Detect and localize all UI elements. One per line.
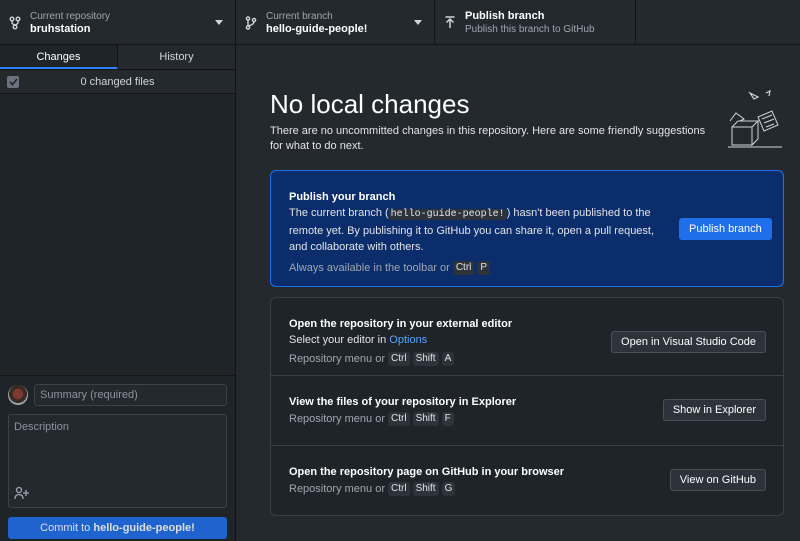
sidebar-tabs: Changes History bbox=[0, 45, 235, 70]
summary-row bbox=[8, 384, 228, 406]
publish-label: Publish branch bbox=[465, 9, 545, 22]
branch-label: Current branch bbox=[266, 10, 333, 22]
chevron-down-icon bbox=[215, 20, 223, 25]
key-ctrl: Ctrl bbox=[388, 352, 410, 366]
open-editor-body-text: Select your editor in bbox=[289, 334, 390, 346]
suggestions-card: Open the repository in your external edi… bbox=[270, 297, 784, 516]
main-panel: No local changes There are no uncommitte… bbox=[236, 45, 800, 541]
tab-changes[interactable]: Changes bbox=[0, 45, 118, 69]
show-in-explorer-row: View the files of your repository in Exp… bbox=[271, 376, 783, 446]
changed-files-count: 0 changed files bbox=[80, 75, 155, 88]
view-github-hint: Repository menu or Ctrl Shift G bbox=[289, 482, 564, 496]
commit-area: Commit to hello-guide-people! bbox=[0, 375, 235, 541]
hint-text: Repository menu or bbox=[289, 413, 385, 425]
show-explorer-title: View the files of your repository in Exp… bbox=[289, 396, 517, 408]
toolbar: Current repository bruhstation Current b… bbox=[0, 0, 800, 45]
repository-label: Current repository bbox=[30, 10, 111, 22]
open-editor-title: Open the repository in your external edi… bbox=[289, 318, 513, 330]
view-github-title: Open the repository page on GitHub in yo… bbox=[289, 466, 565, 478]
add-coauthor-icon[interactable] bbox=[14, 486, 32, 502]
show-explorer-hint: Repository menu or Ctrl Shift F bbox=[289, 412, 516, 426]
open-editor-body: Select your editor in Options bbox=[289, 332, 512, 348]
key-ctrl: Ctrl bbox=[452, 261, 475, 275]
open-in-vscode-button[interactable]: Open in Visual Studio Code bbox=[611, 331, 766, 353]
key-f: F bbox=[441, 412, 454, 426]
options-link[interactable]: Options bbox=[389, 334, 427, 346]
sidebar: Changes History 0 changed files Commit t… bbox=[0, 45, 236, 541]
key-ctrl: Ctrl bbox=[388, 482, 410, 496]
open-editor-row: Open the repository in your external edi… bbox=[271, 298, 783, 376]
chevron-down-icon bbox=[414, 20, 422, 25]
key-shift: Shift bbox=[412, 412, 439, 426]
repo-icon bbox=[0, 16, 30, 30]
publish-card-title: Publish your branch bbox=[289, 191, 396, 203]
branch-code: hello-guide-people! bbox=[388, 209, 507, 220]
open-editor-hint: Repository menu or Ctrl Shift A bbox=[289, 352, 512, 366]
publish-card-body: The current branch (hello-guide-people!)… bbox=[289, 205, 659, 255]
commit-branch: hello-guide-people! bbox=[93, 522, 195, 534]
description-input[interactable] bbox=[9, 415, 226, 485]
key-a: A bbox=[441, 352, 455, 366]
commit-prefix: Commit to bbox=[40, 522, 91, 534]
hint-text: Always available in the toolbar or bbox=[289, 262, 450, 274]
view-on-github-row: Open the repository page on GitHub in yo… bbox=[271, 446, 783, 515]
changes-header: 0 changed files bbox=[0, 70, 235, 94]
repository-selector[interactable]: Current repository bruhstation bbox=[0, 0, 236, 45]
empty-state-illustration bbox=[728, 89, 782, 148]
branch-icon bbox=[236, 15, 266, 30]
publish-branch-button[interactable]: Publish branch Publish this branch to Gi… bbox=[435, 0, 636, 45]
tab-history[interactable]: History bbox=[118, 45, 235, 69]
select-all-checkbox[interactable] bbox=[7, 76, 19, 88]
publish-branch-card-button[interactable]: Publish branch bbox=[679, 218, 772, 240]
publish-branch-card: Publish your branch The current branch (… bbox=[270, 170, 784, 287]
view-on-github-button[interactable]: View on GitHub bbox=[669, 469, 766, 491]
publish-body-text-1: The current branch ( bbox=[289, 207, 389, 219]
check-icon bbox=[8, 78, 18, 86]
hint-text: Repository menu or bbox=[289, 483, 385, 495]
show-in-explorer-button[interactable]: Show in Explorer bbox=[662, 399, 766, 421]
key-g: G bbox=[441, 482, 456, 496]
commit-button[interactable]: Commit to hello-guide-people! bbox=[8, 517, 227, 539]
repository-name: bruhstation bbox=[30, 22, 91, 35]
page-subtext: There are no uncommitted changes in this… bbox=[270, 125, 706, 152]
publish-shortcut-hint: Always available in the toolbar or Ctrl … bbox=[289, 261, 659, 275]
summary-input[interactable] bbox=[34, 384, 227, 406]
key-shift: Shift bbox=[412, 482, 439, 496]
avatar bbox=[8, 385, 28, 405]
page-title: No local changes bbox=[270, 89, 470, 119]
key-ctrl: Ctrl bbox=[388, 412, 410, 426]
key-p: P bbox=[477, 261, 491, 275]
key-shift: Shift bbox=[412, 352, 439, 366]
hint-text: Repository menu or bbox=[289, 353, 385, 365]
publish-sub: Publish this branch to GitHub bbox=[465, 23, 595, 35]
branch-name: hello-guide-people! bbox=[266, 22, 368, 35]
upload-icon bbox=[435, 15, 465, 30]
branch-selector[interactable]: Current branch hello-guide-people! bbox=[236, 0, 435, 45]
description-box bbox=[8, 414, 227, 508]
